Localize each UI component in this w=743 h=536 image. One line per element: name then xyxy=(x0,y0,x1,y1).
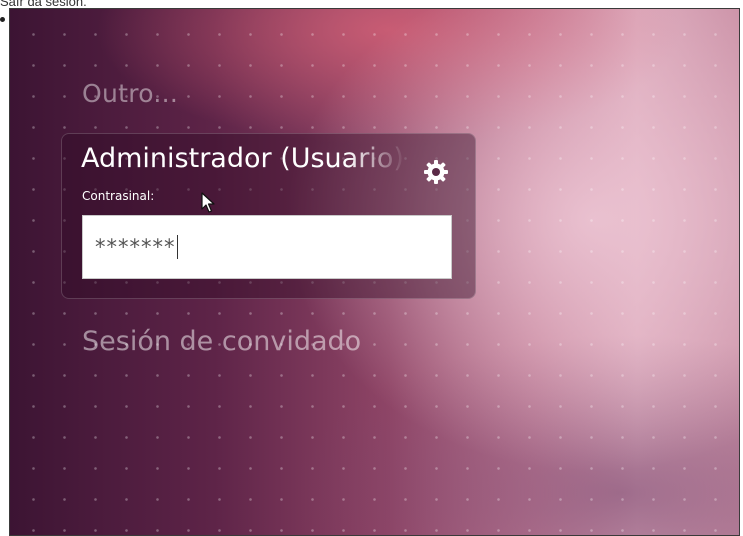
login-screen: Outro... Administrador (Usuario) Contras… xyxy=(9,8,740,536)
login-card: Administrador (Usuario) Contrasinal: ***… xyxy=(61,133,476,299)
password-value: ******* xyxy=(95,235,176,259)
list-bullet xyxy=(0,17,5,22)
password-label: Contrasinal: xyxy=(82,189,155,203)
text-caret xyxy=(176,235,178,259)
mouse-cursor-icon xyxy=(201,192,215,213)
gear-icon[interactable] xyxy=(422,158,450,186)
password-field[interactable]: ******* xyxy=(82,215,452,279)
guest-session-option[interactable]: Sesión de convidado xyxy=(82,326,361,357)
user-name: Administrador (Usuario) xyxy=(81,143,404,174)
other-user-option[interactable]: Outro... xyxy=(82,79,178,108)
